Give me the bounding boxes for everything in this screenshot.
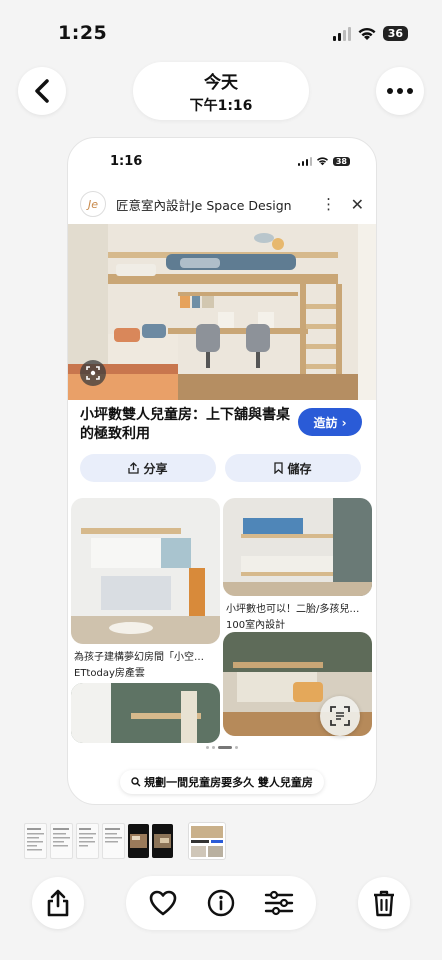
visit-button[interactable]: 造訪 › (298, 408, 362, 436)
search-suggestion-chip[interactable]: 規劃一間兒童房要多久 雙人兒童房 (120, 770, 324, 794)
related-source-1: ETtoday房產雲 (74, 668, 145, 679)
thumbnail[interactable] (102, 823, 125, 859)
related-caption-2: 小坪數也可以！二胎/多孩兒… (226, 604, 360, 615)
info-button[interactable] (203, 885, 239, 921)
related-pin-image-2[interactable] (223, 498, 372, 596)
inner-battery-icon: 38 (332, 156, 350, 166)
page-subtitle: 下午1:16 (189, 97, 253, 114)
save-label: 儲存 (287, 461, 312, 476)
heart-icon (149, 890, 177, 916)
inner-wifi-icon (316, 157, 328, 166)
source-name[interactable]: 匠意室內設計Je Space Design (116, 195, 292, 214)
related-source-2: 100室內設計 (226, 620, 286, 631)
bookmark-icon (274, 462, 284, 474)
thumbnail[interactable] (128, 824, 149, 858)
save-button[interactable]: 儲存 (225, 454, 361, 482)
more-button[interactable] (376, 67, 424, 115)
chevron-left-icon (35, 79, 49, 103)
thumbnail-selected[interactable] (188, 822, 226, 860)
page-title: 今天 (204, 72, 238, 93)
page-indicator (68, 746, 376, 749)
favorite-button[interactable] (145, 885, 181, 921)
visual-search-float-button[interactable] (320, 696, 360, 736)
screenshot-preview[interactable]: 1:16 38 Je 匠意室內設計Je Space Design ⋮ ✕ 小坪數… (67, 137, 377, 805)
adjust-button[interactable] (261, 885, 297, 921)
trash-icon (374, 890, 394, 917)
thumbnail[interactable] (152, 824, 173, 858)
pin-hero-image (68, 224, 376, 400)
source-logo[interactable]: Je (80, 191, 106, 217)
adjust-icon (264, 890, 294, 916)
pin-more-icon[interactable]: ⋮ (319, 195, 339, 213)
inner-signal-icon (297, 156, 312, 166)
thumbnail[interactable] (24, 823, 47, 859)
share-icon (47, 889, 69, 917)
pin-title: 小坪數雙人兒童房：上下舖與書桌的極致利用 (80, 407, 290, 442)
close-icon[interactable]: ✕ (351, 195, 364, 214)
share-label: 分享 (143, 461, 168, 476)
more-icon (387, 88, 413, 94)
info-icon (207, 889, 235, 917)
search-icon (131, 777, 141, 787)
date-title-pill: 今天 下午1:16 (133, 62, 309, 120)
thumbnail-strip[interactable] (24, 822, 226, 860)
back-button[interactable] (18, 67, 66, 115)
share-icon (128, 462, 140, 474)
search-chip-label: 規劃一間兒童房要多久 雙人兒童房 (144, 776, 313, 789)
status-time: 1:25 (58, 22, 108, 44)
wifi-icon (358, 27, 376, 40)
pin-header: Je 匠意室內設計Je Space Design ⋮ ✕ (80, 190, 364, 218)
status-icons: 36 (332, 26, 408, 41)
lens-scan-icon (330, 706, 350, 726)
delete-button[interactable] (358, 877, 410, 929)
inner-status-icons: 38 (297, 156, 350, 166)
thumbnail[interactable] (50, 823, 73, 859)
action-toolbar (126, 876, 316, 930)
share-screenshot-button[interactable] (32, 877, 84, 929)
cellular-signal-icon (332, 26, 351, 41)
related-pin-image-4[interactable] (71, 683, 220, 743)
battery-icon: 36 (382, 26, 408, 41)
visual-search-button[interactable] (80, 360, 106, 386)
inner-status-time: 1:16 (110, 154, 143, 169)
thumbnail[interactable] (76, 823, 99, 859)
related-pin-image-1[interactable] (71, 498, 220, 644)
lens-icon (86, 366, 100, 380)
share-button[interactable]: 分享 (80, 454, 216, 482)
related-caption-1: 為孩子建構夢幻房間「小空… (74, 652, 204, 663)
